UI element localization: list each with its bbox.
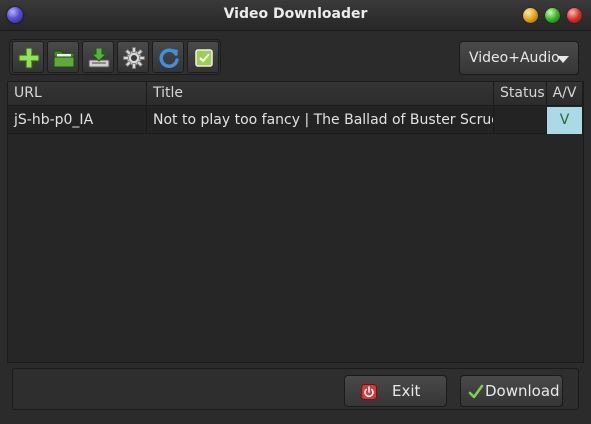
toolbar: Video+Audio xyxy=(0,31,591,81)
select-all-button[interactable] xyxy=(187,41,219,73)
minimize-button[interactable] xyxy=(523,8,538,23)
table-header: URL Title Status A/V xyxy=(8,82,583,106)
column-header-status[interactable]: Status xyxy=(494,82,547,106)
download-tray-icon xyxy=(88,47,110,68)
media-mode-value: Video+Audio xyxy=(469,50,560,66)
cell-title[interactable]: Not to play too fancy | The Ballad of Bu… xyxy=(147,107,494,134)
open-folder-icon xyxy=(53,50,75,68)
media-mode-select[interactable]: Video+Audio xyxy=(459,41,579,75)
column-header-url[interactable]: URL xyxy=(8,82,147,106)
open-button[interactable] xyxy=(47,41,79,73)
cell-av[interactable]: V xyxy=(547,107,583,134)
column-header-title[interactable]: Title xyxy=(147,82,494,106)
cell-url[interactable]: jS-hb-p0_IA xyxy=(8,107,147,134)
power-icon xyxy=(361,384,377,400)
download-table[interactable]: URL Title Status A/V jS-hb-p0_IA Not to … xyxy=(7,81,584,363)
maximize-button[interactable] xyxy=(545,8,560,23)
column-header-av[interactable]: A/V xyxy=(547,82,583,106)
download-label: Download xyxy=(485,382,560,400)
close-button[interactable] xyxy=(567,8,582,23)
refresh-button[interactable] xyxy=(152,41,184,73)
exit-button[interactable]: Exit xyxy=(344,375,447,407)
exit-label: Exit xyxy=(392,382,421,400)
checkmark-icon xyxy=(468,384,484,399)
download-button[interactable]: Download xyxy=(460,375,563,407)
checkbox-icon xyxy=(195,49,213,67)
add-icon xyxy=(18,47,40,69)
chevron-down-icon xyxy=(557,56,569,63)
gear-icon xyxy=(123,47,145,69)
title-bar: Video Downloader xyxy=(0,0,591,31)
cell-status[interactable] xyxy=(494,107,547,134)
save-download-button[interactable] xyxy=(82,41,114,73)
window-title: Video Downloader xyxy=(223,6,368,22)
add-button[interactable] xyxy=(12,41,44,73)
refresh-icon xyxy=(159,48,179,68)
table-row[interactable]: jS-hb-p0_IA Not to play too fancy | The … xyxy=(8,107,583,134)
settings-button[interactable] xyxy=(117,41,149,73)
